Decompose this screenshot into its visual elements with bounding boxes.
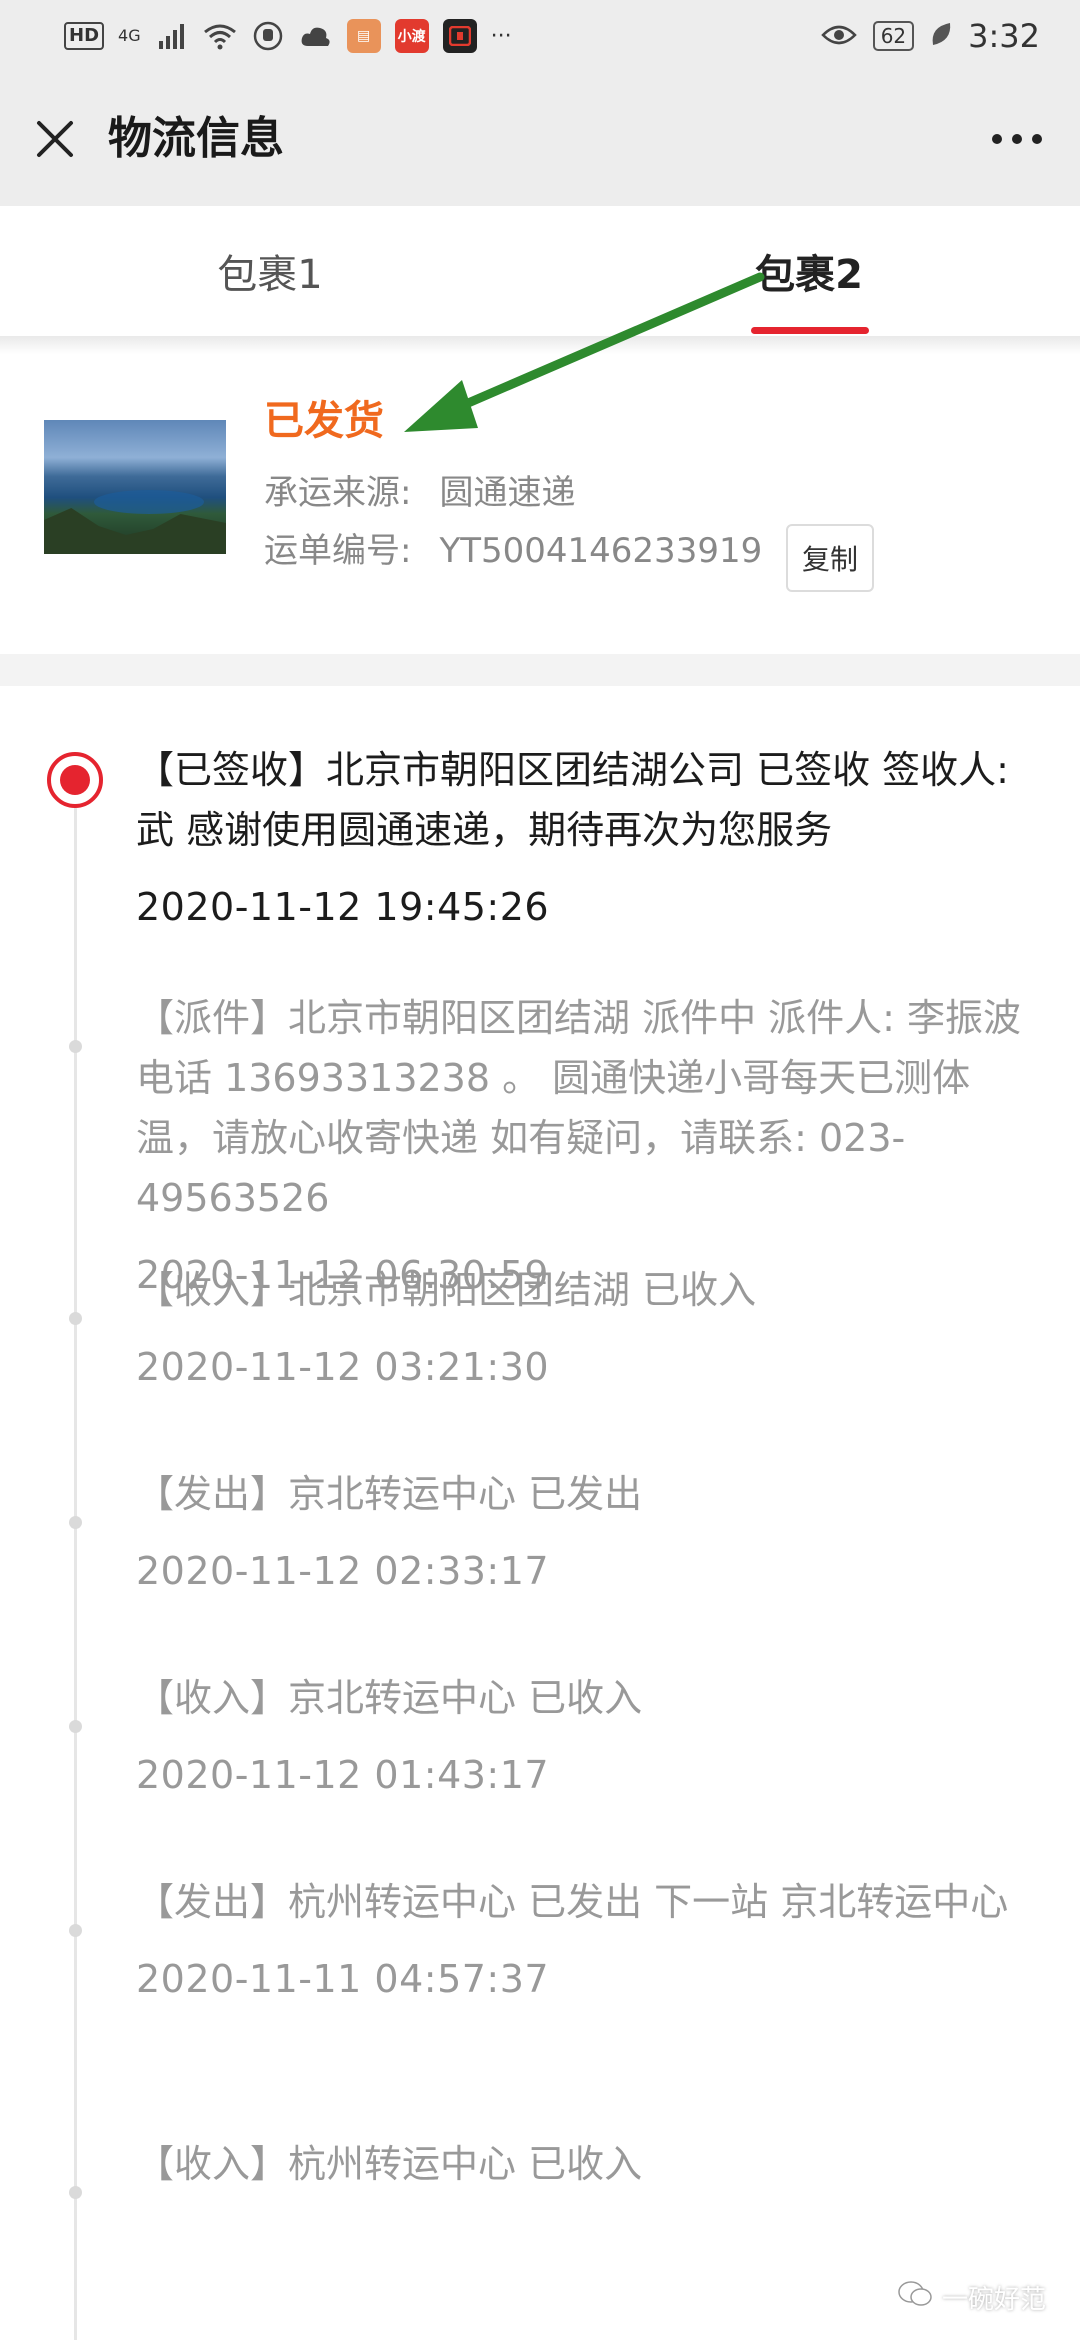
status-bar: HD 4G ▤ 小渡 ··· 62 3:32	[0, 0, 1080, 72]
timeline-text: 【已签收】北京市朝阳区团结湖公司 已签收 签收人:武 感谢使用圆通速递，期待再次…	[136, 748, 1009, 852]
timeline-text: 【收入】京北转运中心 已收入	[136, 1676, 643, 1720]
wifi-icon	[203, 21, 237, 51]
timeline-time: 2020-11-12 19:45:26	[136, 885, 550, 929]
app-icon-1: ▤	[346, 19, 381, 53]
more-button[interactable]	[982, 106, 1052, 172]
tracking-row: 运单编号: YT5004146233919	[264, 528, 762, 574]
close-button[interactable]	[24, 106, 86, 172]
tracking-label: 运单编号:	[264, 531, 412, 571]
timeline-line	[74, 778, 77, 2340]
timeline-dot	[69, 1516, 82, 1529]
app-icon-2: 小渡	[394, 19, 429, 53]
timeline-time: 2020-11-12 03:21:30	[136, 1345, 550, 1389]
timeline-item: 【收入】北京市朝阳区团结湖 已收入 2020-11-12 03:21:30	[136, 1260, 1036, 1392]
shipping-status: 已发货	[264, 398, 384, 444]
package-thumbnail[interactable]	[44, 420, 226, 554]
timeline-dot	[69, 1312, 82, 1325]
timeline-item: 【收入】杭州转运中心 已收入	[136, 2134, 1036, 2194]
carrier-row: 承运来源: 圆通速递	[264, 470, 575, 516]
timeline-item: 【收入】京北转运中心 已收入 2020-11-12 01:43:17	[136, 1668, 1036, 1800]
timeline-dot	[69, 1040, 82, 1053]
app-icon-3	[442, 19, 477, 53]
carrier-label: 承运来源:	[264, 473, 412, 513]
signal-4g-label: 4G	[118, 26, 141, 45]
watermark: 一碗好范	[898, 2279, 1046, 2316]
timeline-dot	[69, 1924, 82, 1937]
timeline-item: 【发出】京北转运中心 已发出 2020-11-12 02:33:17	[136, 1464, 1036, 1596]
timeline-text: 【派件】北京市朝阳区团结湖 派件中 派件人: 李振波 电话 1369331323…	[136, 996, 1022, 1220]
timeline-current-dot	[47, 752, 103, 808]
watermark-text: 一碗好范	[941, 2285, 1046, 2315]
package-info-card: 已发货 承运来源: 圆通速递 运单编号: YT5004146233919 复制	[0, 354, 1080, 654]
timeline-item: 【已签收】北京市朝阳区团结湖公司 已签收 签收人:武 感谢使用圆通速递，期待再次…	[136, 740, 1036, 932]
timeline-time: 2020-11-12 02:33:17	[136, 1549, 550, 1593]
hd-badge: HD	[64, 22, 105, 50]
timeline-text: 【收入】北京市朝阳区团结湖 已收入	[136, 1268, 757, 1312]
leaf-icon	[930, 17, 952, 55]
timeline-item: 【派件】北京市朝阳区团结湖 派件中 派件人: 李振波 电话 1369331323…	[136, 988, 1036, 1300]
cloud-icon	[299, 21, 333, 51]
tab-label: 包裹2	[755, 252, 863, 298]
timeline-text: 【发出】京北转运中心 已发出	[136, 1472, 643, 1516]
active-tab-indicator	[751, 327, 869, 334]
more-status-icon: ···	[490, 23, 512, 49]
title-bar: 物流信息	[0, 72, 1080, 206]
timeline-time: 2020-11-12 01:43:17	[136, 1753, 550, 1797]
timeline-dot	[69, 2186, 82, 2199]
timeline-text: 【发出】杭州转运中心 已发出 下一站 京北转运中心	[136, 1880, 1009, 1924]
tracking-number: YT5004146233919	[439, 531, 763, 571]
timeline-time: 2020-11-11 04:57:37	[136, 1957, 550, 2001]
timeline-item: 【发出】杭州转运中心 已发出 下一站 京北转运中心 2020-11-11 04:…	[136, 1872, 1036, 2004]
wechat-icon	[898, 2280, 932, 2315]
close-icon	[37, 121, 73, 157]
carrier-value: 圆通速递	[439, 473, 576, 513]
page-title: 物流信息	[108, 113, 284, 164]
tracking-timeline: 【已签收】北京市朝阳区团结湖公司 已签收 签收人:武 感谢使用圆通速递，期待再次…	[0, 686, 1080, 2340]
section-divider	[0, 654, 1080, 686]
tab-package-1[interactable]: 包裹1	[0, 206, 540, 336]
timeline-text: 【收入】杭州转运中心 已收入	[136, 2142, 643, 2186]
timeline-dot	[69, 1720, 82, 1733]
divider	[0, 336, 1080, 354]
eye-icon	[820, 17, 857, 55]
tab-package-2[interactable]: 包裹2	[540, 206, 1080, 336]
package-tabs: 包裹1 包裹2	[0, 206, 1080, 336]
more-icon	[992, 134, 1002, 144]
battery-indicator: 62	[872, 21, 915, 51]
copy-button[interactable]: 复制	[786, 524, 874, 592]
tab-label: 包裹1	[217, 252, 323, 298]
clock-time: 3:32	[968, 17, 1040, 55]
signal-icon	[155, 21, 189, 51]
hand-icon	[251, 21, 285, 51]
